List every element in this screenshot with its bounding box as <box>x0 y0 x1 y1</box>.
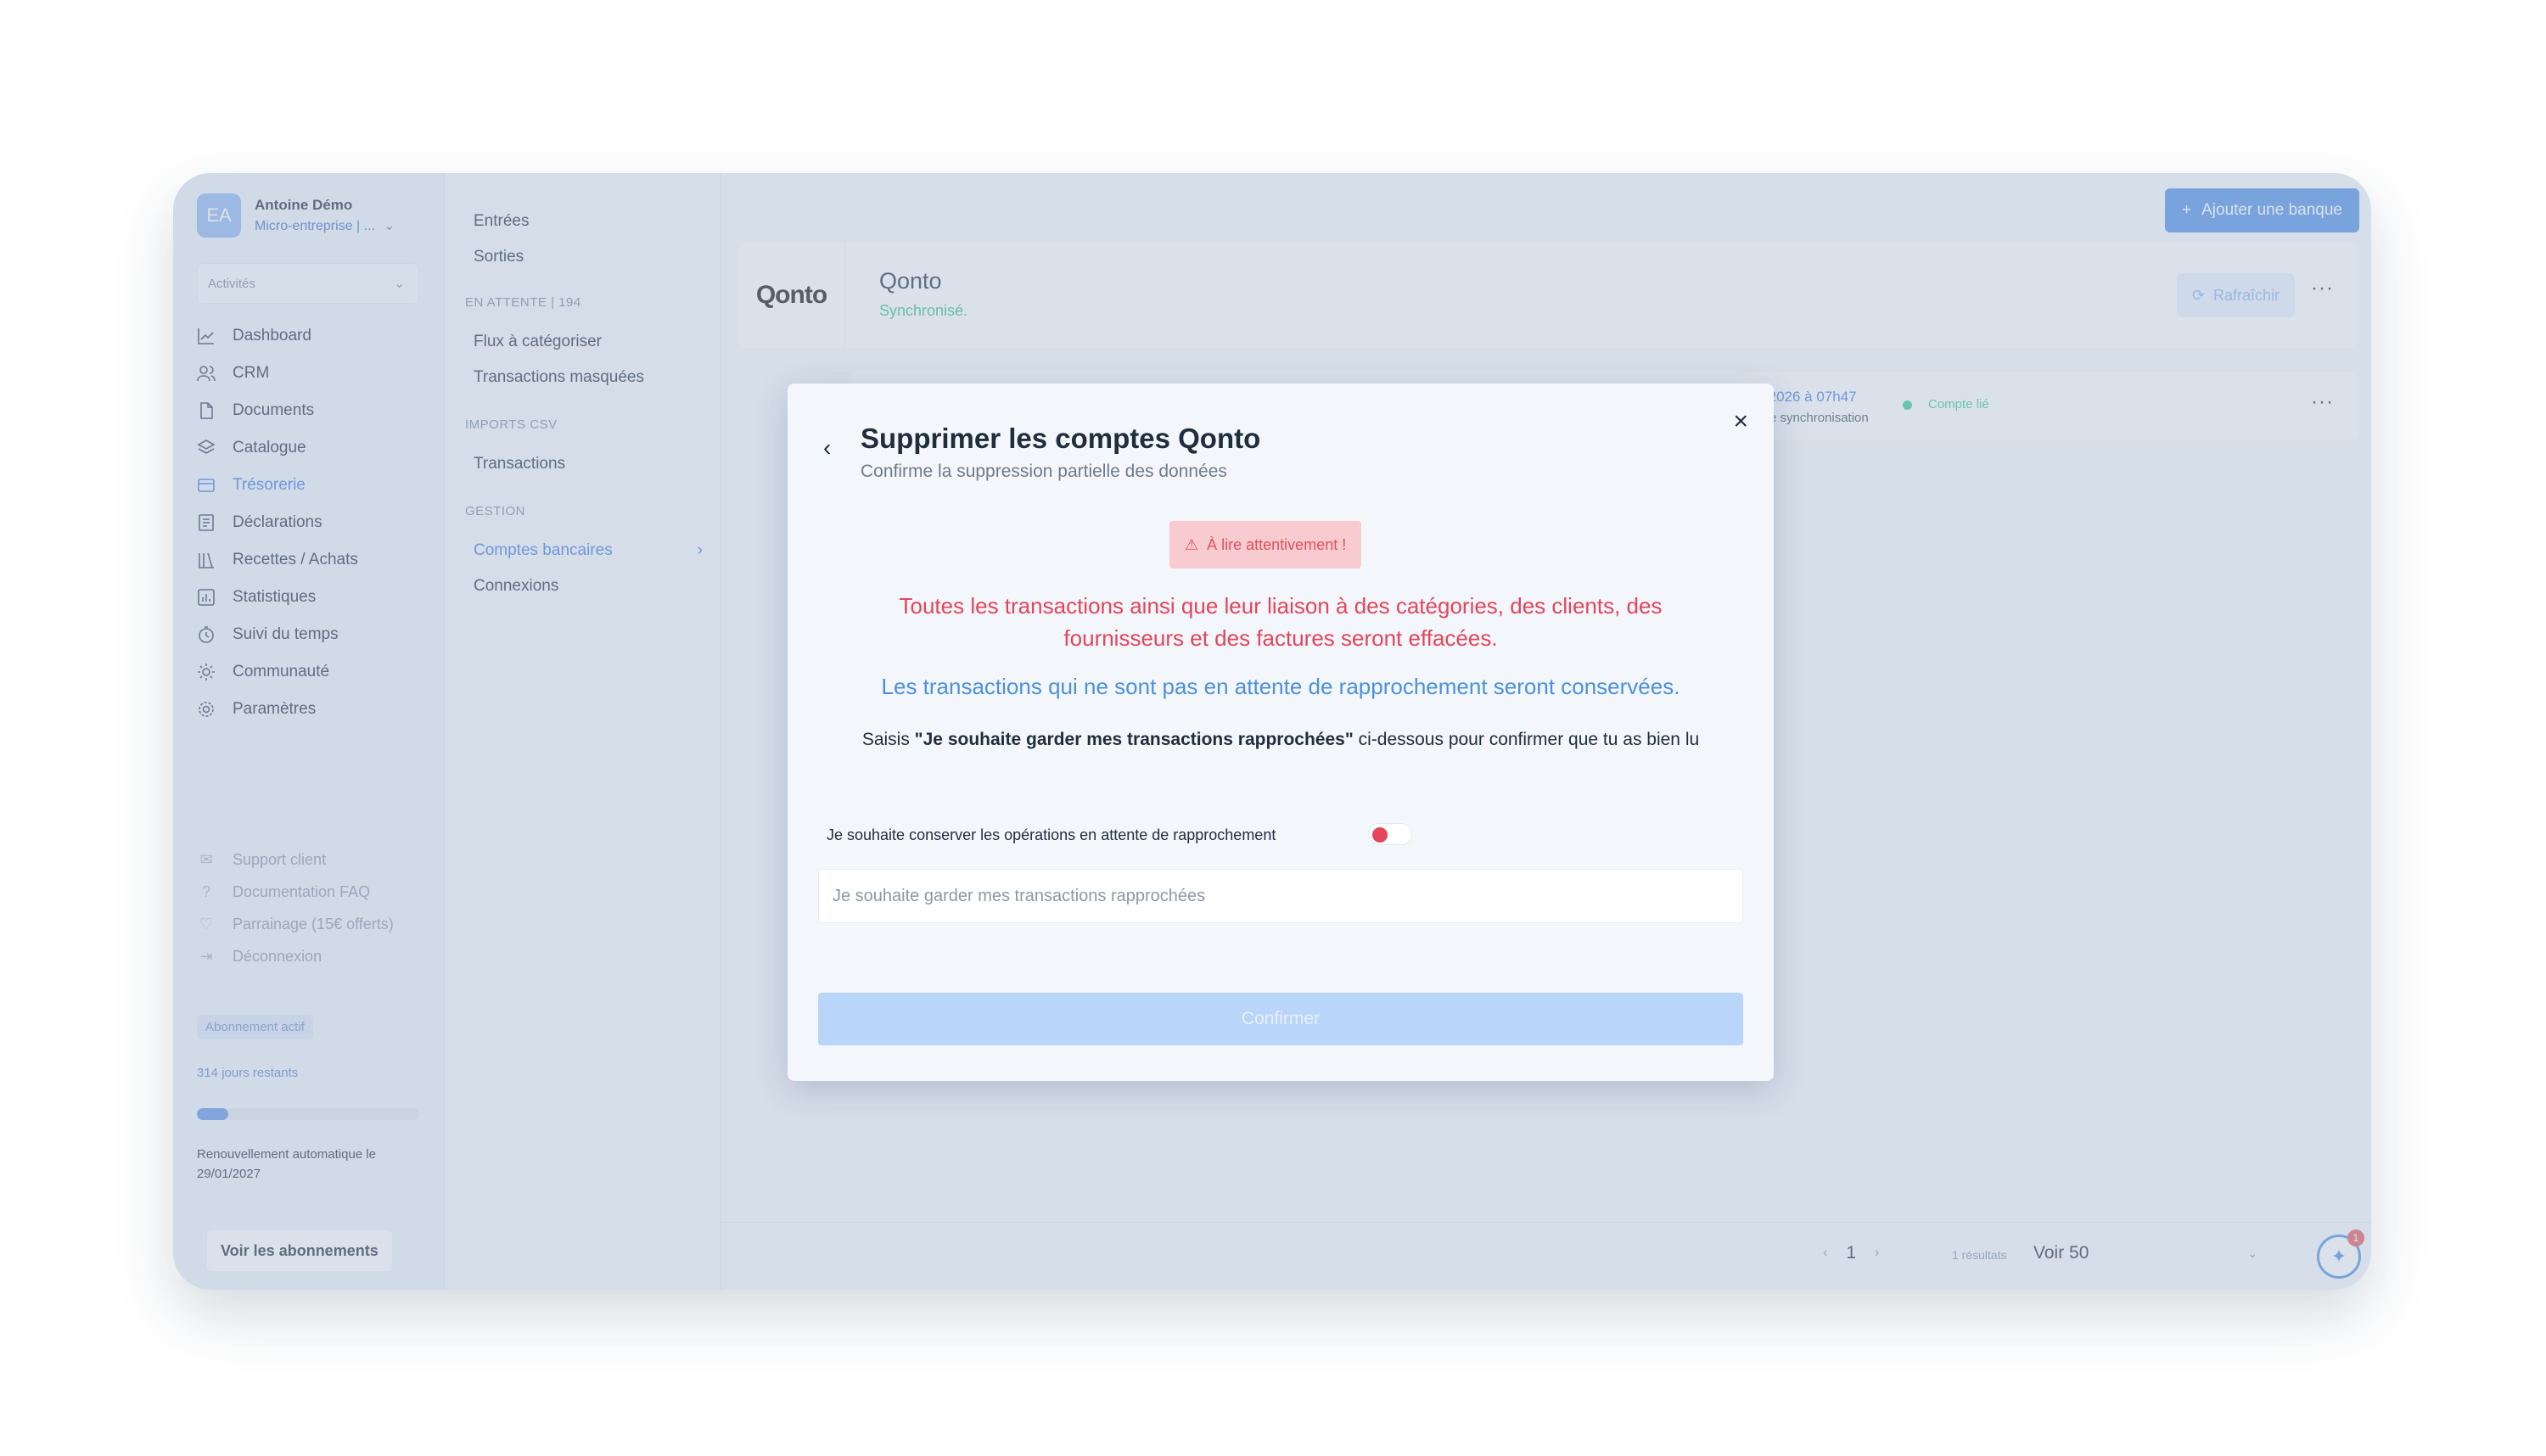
keep-pending-toggle[interactable] <box>1368 823 1412 845</box>
warning-triangle-icon: ⚠ <box>1185 535 1199 553</box>
warning-text: À lire attentivement ! <box>1207 535 1347 553</box>
toggle-label: Je souhaite conserver les opérations en … <box>827 826 1276 843</box>
modal-title: Supprimer les comptes Qonto <box>861 423 1261 454</box>
confirm-button[interactable]: Confirmer <box>818 993 1743 1045</box>
confirmation-input[interactable] <box>818 869 1743 923</box>
warning-badge: ⚠ À lire attentivement ! <box>1169 521 1362 568</box>
preserved-info-text: Les transactions qui ne sont pas en atte… <box>881 674 1680 699</box>
close-icon[interactable]: × <box>1733 407 1748 436</box>
deletion-warning-text: Toutes les transactions ainsi que leur l… <box>899 593 1663 651</box>
toggle-knob <box>1372 827 1388 843</box>
delete-accounts-modal: ‹ × Supprimer les comptes Qonto Confirme… <box>788 384 1774 1081</box>
back-arrow-icon[interactable]: ‹ <box>823 434 831 462</box>
instruction-text: Saisis "Je souhaite garder mes transacti… <box>861 730 1700 749</box>
modal-subtitle: Confirme la suppression partielle des do… <box>861 462 1227 481</box>
